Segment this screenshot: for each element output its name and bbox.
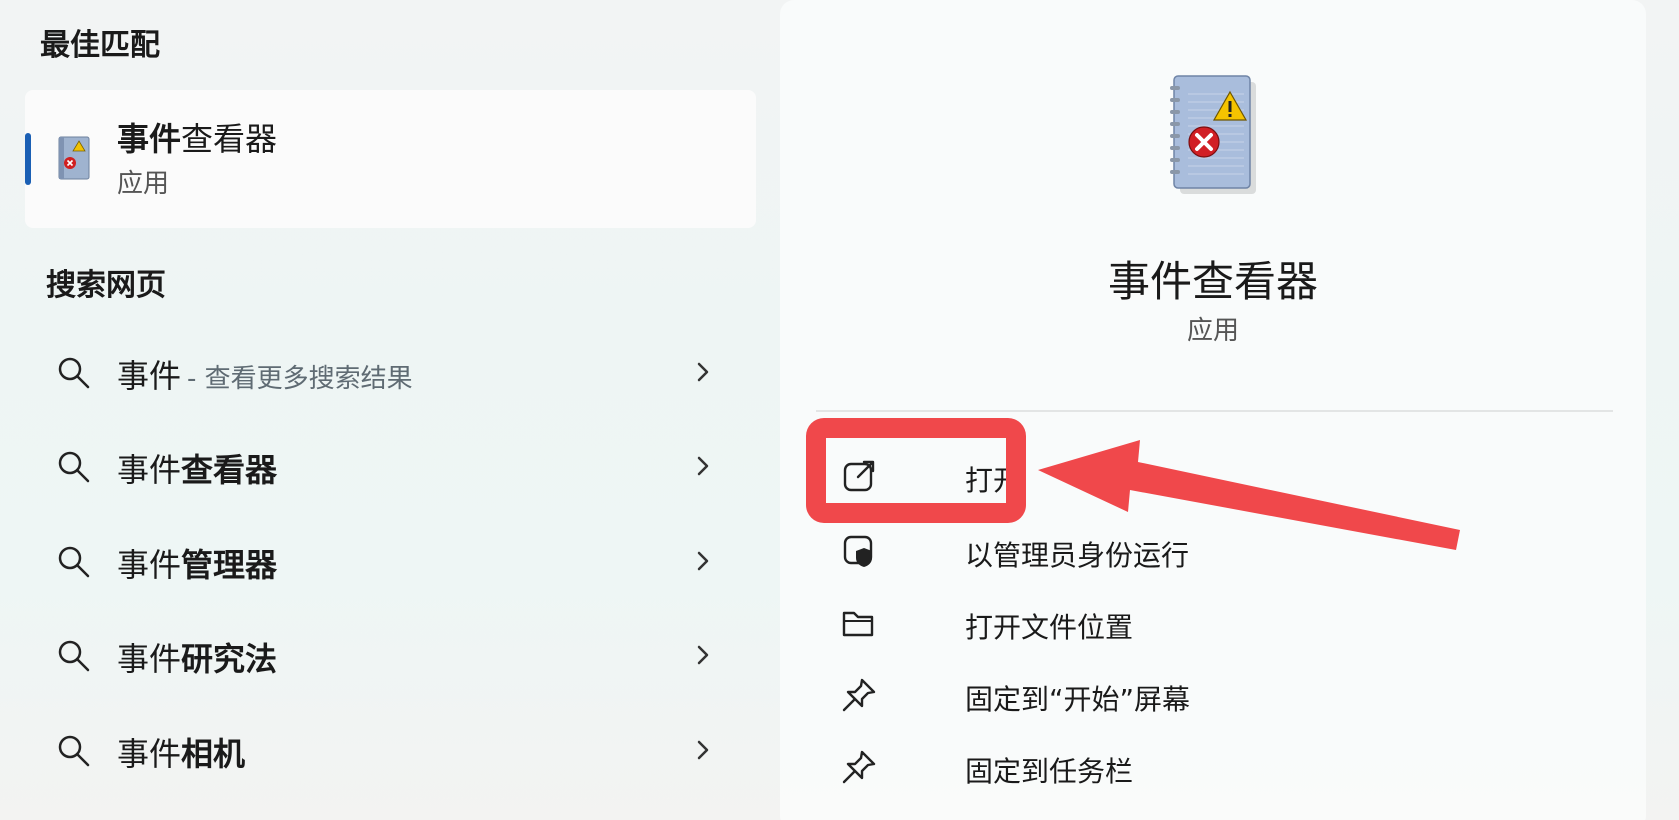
action-label: 固定到任务栏 bbox=[965, 755, 1134, 788]
chevron-right-icon bbox=[697, 740, 709, 760]
chevron-right-icon bbox=[697, 645, 709, 665]
web-result-label: 事件相机 bbox=[117, 735, 246, 773]
web-result-item[interactable]: 事件研究法 bbox=[0, 616, 760, 696]
search-icon bbox=[58, 451, 90, 483]
open-file-location-action[interactable]: 打开文件位置 bbox=[840, 594, 1440, 650]
pin-to-taskbar-action[interactable]: 固定到任务栏 bbox=[840, 738, 1440, 794]
search-icon bbox=[58, 735, 90, 767]
folder-icon bbox=[842, 611, 874, 637]
web-result-label: 事件管理器 bbox=[117, 546, 278, 584]
best-match-heading: 最佳匹配 bbox=[40, 28, 160, 63]
annotation-highlight-box bbox=[806, 418, 1026, 523]
search-web-heading: 搜索网页 bbox=[46, 268, 166, 303]
web-result-item[interactable]: 事件管理器 bbox=[0, 522, 760, 602]
action-label: 打开文件位置 bbox=[965, 611, 1134, 644]
search-results-pane: 最佳匹配 事件查看器 应用 搜索网页 事件 - 查看更多搜索结果 事件查看器 事件… bbox=[0, 0, 780, 820]
pin-icon bbox=[842, 750, 876, 784]
pin-icon bbox=[842, 678, 876, 712]
search-icon bbox=[58, 640, 90, 672]
web-result-label: 事件 - 查看更多搜索结果 bbox=[117, 357, 413, 395]
event-viewer-icon bbox=[1170, 75, 1256, 194]
search-icon bbox=[58, 357, 90, 389]
annotation-arrow-icon bbox=[1038, 440, 1460, 550]
web-result-item[interactable]: 事件相机 bbox=[0, 711, 760, 791]
web-result-item[interactable]: 事件 - 查看更多搜索结果 bbox=[0, 333, 760, 413]
web-result-label: 事件查看器 bbox=[117, 451, 278, 489]
web-result-item[interactable]: 事件查看器 bbox=[0, 427, 760, 507]
best-match-title: 事件查看器 bbox=[117, 120, 278, 158]
app-subtitle: 应用 bbox=[1186, 316, 1239, 346]
action-label: 固定到“开始”屏幕 bbox=[965, 683, 1191, 716]
app-title: 事件查看器 bbox=[1107, 257, 1318, 306]
event-viewer-icon bbox=[58, 136, 90, 180]
shield-admin-icon bbox=[843, 535, 873, 567]
chevron-right-icon bbox=[697, 456, 709, 476]
selection-accent bbox=[25, 133, 31, 185]
divider bbox=[816, 410, 1613, 412]
pin-to-start-action[interactable]: 固定到“开始”屏幕 bbox=[840, 666, 1440, 722]
chevron-right-icon bbox=[697, 551, 709, 571]
search-icon bbox=[58, 546, 90, 578]
best-match-subtitle: 应用 bbox=[117, 169, 170, 199]
chevron-right-icon bbox=[697, 362, 709, 382]
web-result-label: 事件研究法 bbox=[117, 640, 278, 678]
app-details-pane: 事件查看器 应用 打开 以管理员身份运行 打开文件位置 固定到“开始”屏幕 固定… bbox=[780, 0, 1646, 820]
